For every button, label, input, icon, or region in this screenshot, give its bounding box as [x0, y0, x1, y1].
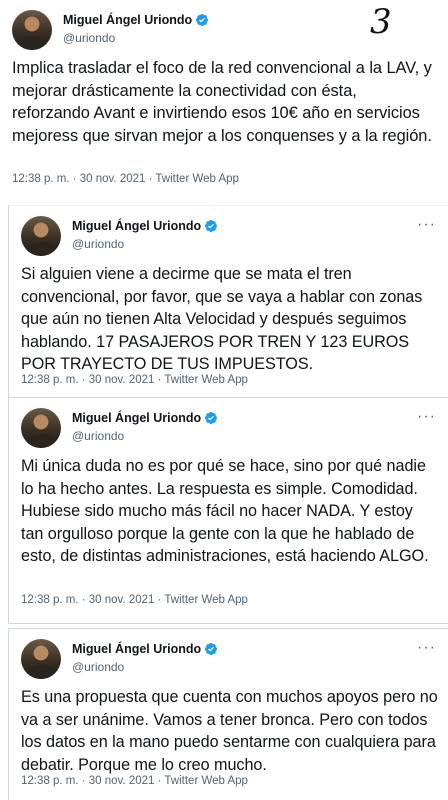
author-name[interactable]: Miguel Ángel Uriondo [63, 13, 192, 27]
more-horizontal-icon[interactable]: ··· [417, 409, 436, 425]
more-horizontal-icon[interactable]: ··· [417, 640, 436, 656]
tweet-header: Miguel Ángel Uriondo @uriondo [21, 216, 218, 256]
verified-badge-icon [205, 412, 218, 424]
avatar[interactable] [12, 10, 52, 50]
author-name[interactable]: Miguel Ángel Uriondo [72, 411, 201, 425]
tweet-text: Implica trasladar el foco de la red conv… [12, 59, 432, 145]
tweet[interactable]: Miguel Ángel Uriondo @uriondo Implica tr… [0, 0, 448, 198]
verified-badge-icon [205, 220, 218, 232]
author-handle[interactable]: @uriondo [63, 30, 209, 46]
tweet-timestamp[interactable]: 12:38 p. m. · 30 nov. 2021 · Twitter Web… [21, 594, 248, 606]
avatar[interactable] [21, 639, 61, 679]
tweet-header: Miguel Ángel Uriondo @uriondo [21, 408, 218, 448]
author-handle[interactable]: @uriondo [72, 659, 218, 675]
author-name[interactable]: Miguel Ángel Uriondo [72, 642, 201, 656]
tweet[interactable]: Miguel Ángel Uriondo @uriondo ··· Es una… [8, 628, 448, 800]
author-name[interactable]: Miguel Ángel Uriondo [72, 219, 201, 233]
author-block: Miguel Ángel Uriondo @uriondo [72, 408, 218, 444]
tweet[interactable]: Miguel Ángel Uriondo @uriondo ··· Mi úni… [8, 398, 448, 624]
author-block: Miguel Ángel Uriondo @uriondo [63, 10, 209, 46]
tweet-timestamp[interactable]: 12:38 p. m. · 30 nov. 2021 · Twitter Web… [21, 775, 248, 787]
author-block: Miguel Ángel Uriondo @uriondo [72, 639, 218, 675]
verified-badge-icon [205, 643, 218, 655]
more-horizontal-icon[interactable]: ··· [417, 217, 436, 233]
tweet-header: Miguel Ángel Uriondo @uriondo [21, 639, 218, 679]
tweet-timestamp[interactable]: 12:38 p. m. · 30 nov. 2021 · Twitter Web… [12, 173, 239, 185]
tweet-timestamp[interactable]: 12:38 p. m. · 30 nov. 2021 · Twitter Web… [21, 374, 248, 386]
tweet-header: Miguel Ángel Uriondo @uriondo [12, 10, 209, 50]
tweet-text: Es una propuesta que cuenta con muchos a… [21, 688, 438, 774]
tweet-text: Mi única duda no es por qué se hace, sin… [21, 457, 429, 565]
author-handle[interactable]: @uriondo [72, 428, 218, 444]
avatar[interactable] [21, 216, 61, 256]
tweet[interactable]: Miguel Ángel Uriondo @uriondo ··· Si alg… [8, 205, 448, 398]
verified-badge-icon [196, 14, 209, 26]
tweet-text: Si alguien viene a decirme que se mata e… [21, 265, 423, 373]
avatar[interactable] [21, 408, 61, 448]
author-handle[interactable]: @uriondo [72, 236, 218, 252]
author-block: Miguel Ángel Uriondo @uriondo [72, 216, 218, 252]
